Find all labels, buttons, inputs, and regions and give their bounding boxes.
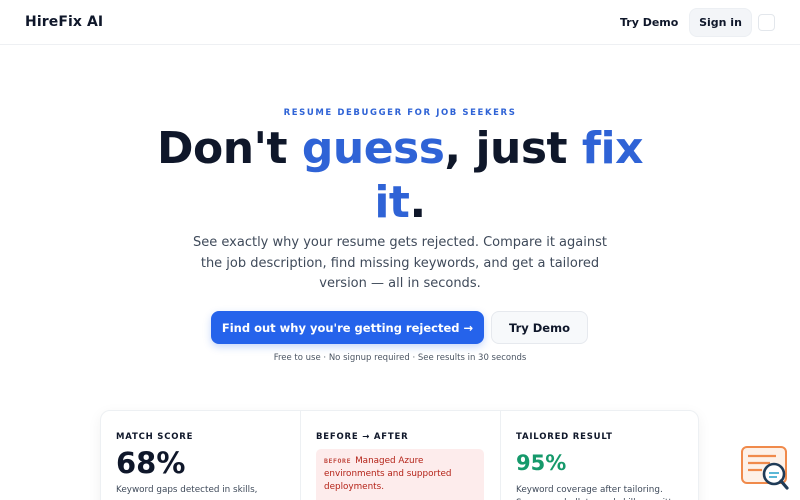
match-score-label: MATCH SCORE xyxy=(116,432,194,442)
tailored-result-label: TAILORED RESULT xyxy=(516,432,613,442)
logo[interactable]: HireFix AI xyxy=(25,14,103,30)
before-after-panel: BEFORE → AFTER BEFORE Managed Azure envir… xyxy=(300,411,499,500)
headline-accent-it: it xyxy=(374,177,410,228)
theme-toggle-button[interactable] xyxy=(758,14,775,31)
before-tag: BEFORE xyxy=(324,457,352,465)
hero-subtext: See exactly why your resume gets rejecte… xyxy=(193,235,607,291)
headline-accent-guess: guess xyxy=(301,123,445,174)
before-after-label: BEFORE → AFTER xyxy=(316,432,409,442)
hero-headline: Don't guess, just fix it. xyxy=(0,122,800,230)
find-out-why-button[interactable]: Find out why you're getting rejected → xyxy=(211,311,484,344)
headline-accent-fix: fix xyxy=(581,123,644,174)
headline-period: . xyxy=(409,177,426,228)
try-demo-button[interactable]: Try Demo xyxy=(491,311,588,344)
headline-text: Don't xyxy=(156,123,302,174)
tailored-result-desc: Keyword coverage after tailoring. Summar… xyxy=(516,485,683,500)
tailored-result-value: 95% xyxy=(516,451,567,475)
top-nav: HireFix AI Try Demo Sign in xyxy=(0,0,800,45)
stats-card: MATCH SCORE 68% Keyword gaps detected in… xyxy=(100,410,699,500)
hero-footnote: Free to use · No signup required · See r… xyxy=(273,353,527,363)
headline-text: , just xyxy=(444,123,582,174)
match-score-desc: Keyword gaps detected in skills, xyxy=(116,485,258,495)
search-chat-icon[interactable] xyxy=(740,446,790,491)
nav-try-demo-link[interactable]: Try Demo xyxy=(620,16,678,29)
match-score-panel: MATCH SCORE 68% Keyword gaps detected in… xyxy=(101,411,300,500)
sign-in-button[interactable]: Sign in xyxy=(689,8,752,37)
before-snippet: BEFORE Managed Azure environments and sup… xyxy=(316,449,484,500)
tailored-result-panel: TAILORED RESULT 95% Keyword coverage aft… xyxy=(500,411,698,500)
match-score-value: 68% xyxy=(116,446,186,480)
hero-eyebrow: RESUME DEBUGGER FOR JOB SEEKERS xyxy=(283,108,517,118)
